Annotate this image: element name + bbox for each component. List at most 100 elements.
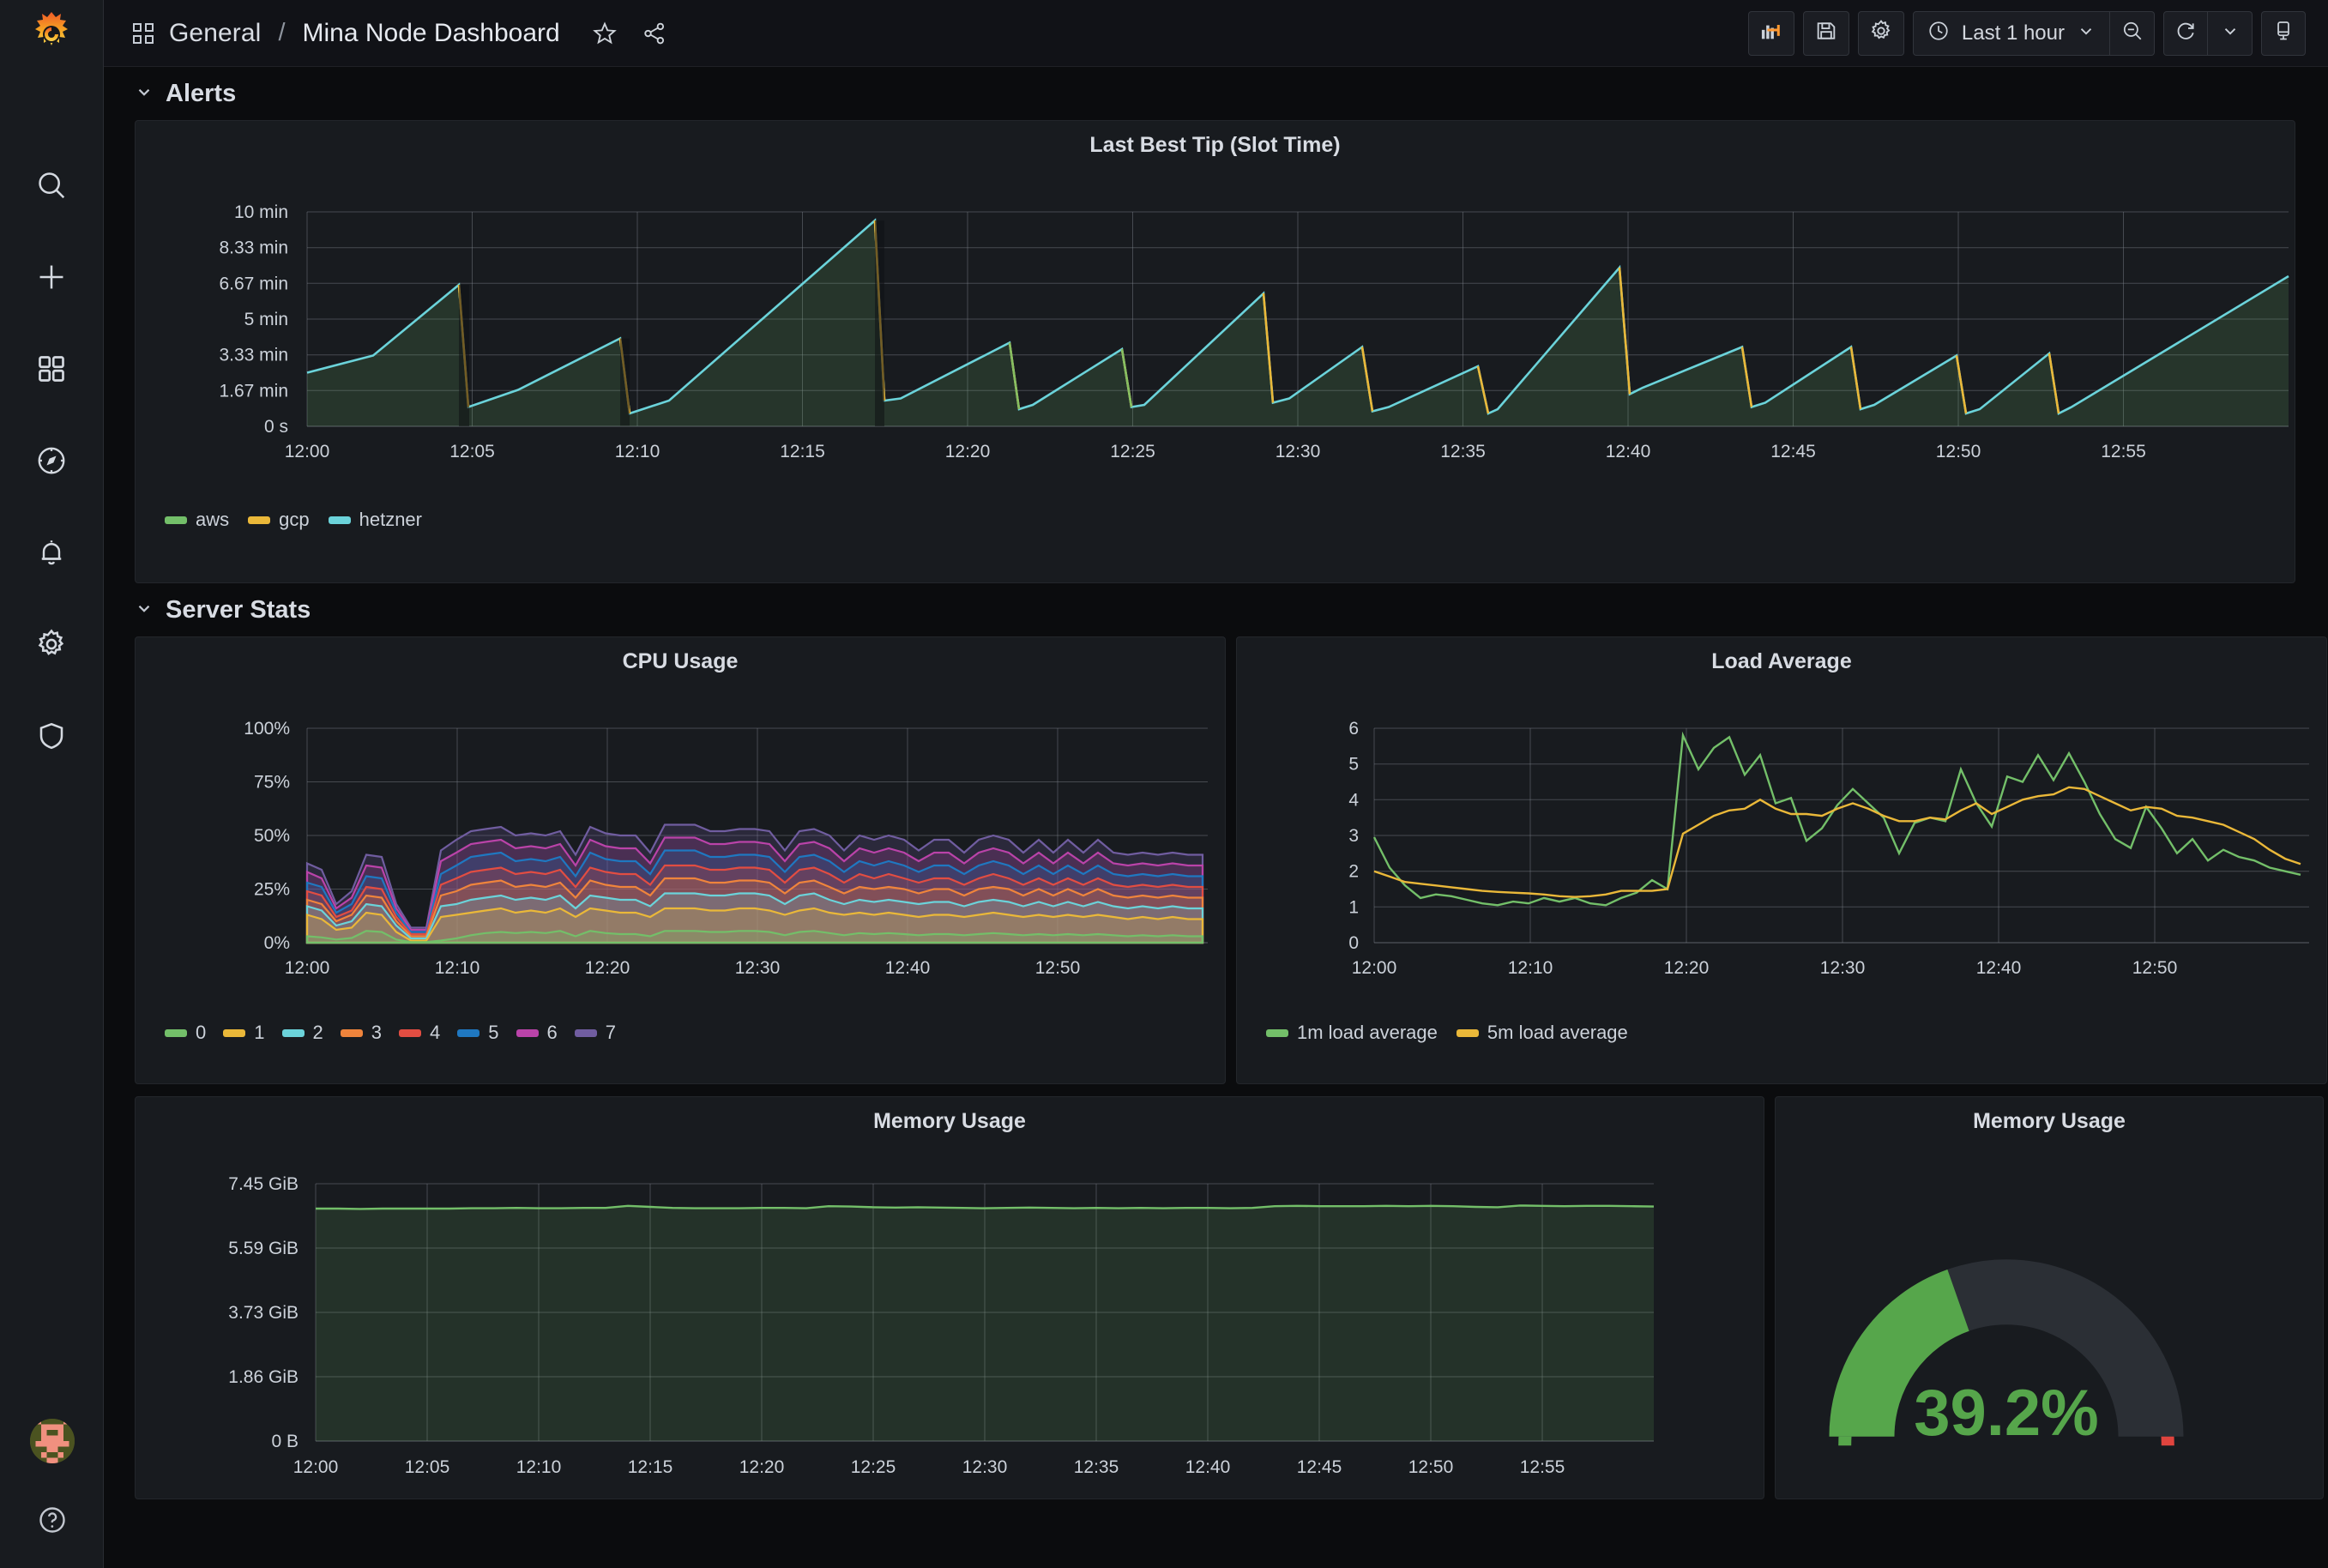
legend-item[interactable]: 2	[282, 1022, 323, 1044]
legend-label: aws	[196, 509, 229, 531]
panel-title: Memory Usage	[136, 1097, 1764, 1137]
svg-text:0: 0	[1348, 933, 1359, 953]
page-title[interactable]: Mina Node Dashboard	[303, 19, 560, 48]
legend-item[interactable]: gcp	[248, 509, 309, 531]
load-average-panel[interactable]: Load Average	[1236, 636, 2327, 1084]
memory-area	[316, 1205, 1654, 1441]
svg-text:5.59 GiB: 5.59 GiB	[228, 1239, 299, 1258]
svg-text:1.67 min: 1.67 min	[219, 381, 288, 401]
sidebar-item-configuration[interactable]	[26, 622, 77, 666]
last-best-tip-legend: aws gcp hetzner	[136, 509, 2295, 531]
sidebar-item-alerting[interactable]	[26, 530, 77, 575]
svg-text:12:40: 12:40	[1606, 442, 1651, 461]
share-icon[interactable]	[637, 16, 672, 51]
load-average-legend: 1m load average 5m load average	[1237, 1022, 2326, 1044]
x-axis-ticks: 12:00 12:05 12:10 12:15 12:20 12:25 12:3…	[285, 442, 2146, 461]
add-panel-icon	[1759, 19, 1783, 47]
legend-swatch	[399, 1029, 421, 1037]
avatar[interactable]	[30, 1419, 75, 1463]
sidebar-item-create[interactable]	[26, 255, 77, 299]
server-stats-row-header[interactable]: Server Stats	[126, 583, 2304, 636]
legend-item[interactable]: 3	[341, 1022, 382, 1044]
help-circle-icon	[37, 1505, 68, 1535]
legend-swatch	[223, 1029, 245, 1037]
svg-text:12:50: 12:50	[1936, 442, 1981, 461]
refresh-button[interactable]	[2163, 11, 2208, 56]
memory-usage-chart[interactable]: 7.45 GiB 5.59 GiB 3.73 GiB 1.86 GiB 0 B …	[136, 1137, 1764, 1480]
legend-item[interactable]: 0	[165, 1022, 206, 1044]
legend-item[interactable]: 5m load average	[1457, 1022, 1628, 1044]
svg-text:12:30: 12:30	[962, 1457, 1008, 1477]
cpu-usage-panel[interactable]: CPU Usage	[135, 636, 1226, 1084]
sidebar-item-dashboards[interactable]	[26, 347, 77, 391]
star-icon[interactable]	[588, 16, 622, 51]
sidebar-item-search[interactable]	[26, 163, 77, 208]
legend-item[interactable]: 7	[575, 1022, 616, 1044]
chevron-down-icon	[135, 82, 154, 105]
svg-text:7.45 GiB: 7.45 GiB	[228, 1174, 299, 1194]
panel-title: CPU Usage	[136, 637, 1225, 677]
legend-item[interactable]: hetzner	[329, 509, 422, 531]
legend-swatch	[165, 516, 187, 524]
legend-item[interactable]: 1	[223, 1022, 264, 1044]
save-dashboard-button[interactable]	[1803, 11, 1849, 56]
legend-item[interactable]: 4	[399, 1022, 440, 1044]
svg-text:12:05: 12:05	[405, 1457, 450, 1477]
svg-text:25%: 25%	[254, 880, 290, 900]
legend-label: hetzner	[359, 509, 422, 531]
last-best-tip-chart[interactable]: 10 min 8.33 min 6.67 min 5 min 3.33 min …	[136, 160, 2295, 504]
zoom-out-button[interactable]	[2110, 11, 2155, 56]
sidebar-item-explore[interactable]	[26, 438, 77, 483]
sidebar-bottom	[0, 1419, 104, 1542]
row-title: Server Stats	[166, 596, 311, 624]
refresh-interval-button[interactable]	[2208, 11, 2253, 56]
save-icon	[1814, 19, 1838, 47]
y-axis-ticks: 7.45 GiB 5.59 GiB 3.73 GiB 1.86 GiB 0 B	[228, 1174, 299, 1451]
last-best-tip-panel[interactable]: Last Best Tip (Slot Time)	[135, 120, 2295, 583]
svg-text:1: 1	[1348, 897, 1359, 917]
breadcrumb-folder[interactable]: General	[169, 19, 261, 48]
sidebar-nav	[26, 163, 77, 758]
load-average-chart[interactable]: 6 5 4 3 2 1 0 12:00	[1237, 677, 2326, 1020]
svg-text:12:50: 12:50	[2132, 958, 2178, 978]
svg-text:12:55: 12:55	[2101, 442, 2146, 461]
sidebar-item-help[interactable]	[27, 1498, 78, 1542]
svg-text:12:10: 12:10	[435, 958, 480, 978]
time-range-picker[interactable]: Last 1 hour	[1913, 11, 2110, 56]
grafana-logo[interactable]	[0, 0, 104, 67]
add-panel-button[interactable]	[1748, 11, 1794, 56]
cpu-usage-chart[interactable]: 100% 75% 50% 25% 0%	[136, 677, 1225, 1020]
svg-text:12:00: 12:00	[1352, 958, 1397, 978]
shield-icon	[36, 721, 67, 751]
memory-usage-timeseries-panel[interactable]: Memory Usage	[135, 1096, 1764, 1499]
svg-text:75%: 75%	[254, 773, 290, 793]
legend-swatch	[282, 1029, 305, 1037]
svg-text:12:10: 12:10	[1508, 958, 1553, 978]
legend-label: 5	[488, 1022, 498, 1044]
x-axis-ticks: 12:00 12:10 12:20 12:30 12:40 12:50	[285, 958, 1081, 978]
legend-item[interactable]: 1m load average	[1266, 1022, 1438, 1044]
time-range-label: Last 1 hour	[1962, 21, 2065, 45]
legend-swatch	[516, 1029, 539, 1037]
memory-usage-gauge-panel[interactable]: Memory Usage 39.2%	[1775, 1096, 2324, 1499]
svg-text:12:20: 12:20	[1664, 958, 1710, 978]
svg-text:3.73 GiB: 3.73 GiB	[228, 1303, 299, 1323]
svg-text:0%: 0%	[264, 933, 290, 953]
dashboard-settings-button[interactable]	[1858, 11, 1904, 56]
legend-item[interactable]: aws	[165, 509, 229, 531]
gridlines	[1374, 728, 2309, 943]
y-axis-ticks: 6 5 4 3 2 1 0	[1348, 719, 1359, 953]
svg-text:50%: 50%	[254, 826, 290, 846]
alerts-row-header[interactable]: Alerts	[126, 67, 2304, 120]
svg-text:8.33 min: 8.33 min	[219, 238, 288, 258]
memory-gauge[interactable]: 39.2%	[1776, 1137, 2323, 1488]
svg-text:12:00: 12:00	[285, 442, 330, 461]
cycle-view-mode-button[interactable]	[2261, 11, 2306, 56]
clock-icon	[1927, 20, 1950, 46]
svg-text:12:40: 12:40	[1976, 958, 2022, 978]
y-axis-ticks: 100% 75% 50% 25% 0%	[244, 719, 290, 953]
legend-item[interactable]: 5	[457, 1022, 498, 1044]
legend-item[interactable]: 6	[516, 1022, 558, 1044]
plus-icon	[35, 261, 68, 293]
sidebar-item-server-admin[interactable]	[26, 714, 77, 758]
